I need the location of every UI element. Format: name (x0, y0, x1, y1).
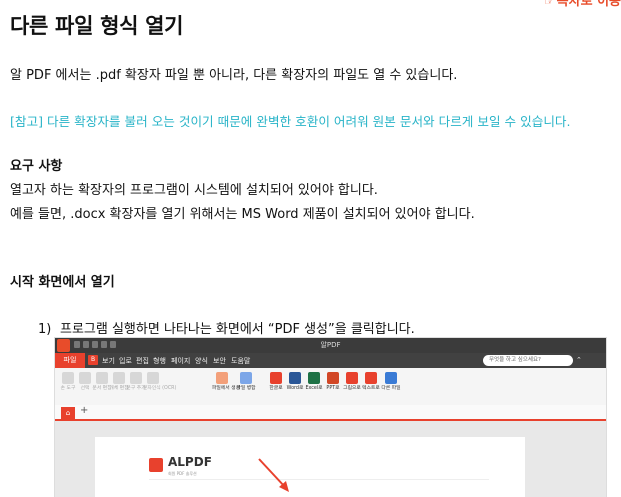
toc-link-label: 목차로 이동 (556, 0, 621, 9)
ribbon-tool: PPT로 (323, 370, 343, 392)
doc-edit-icon (96, 372, 108, 384)
brand-subtitle: 회원 PDF 솔루션 (168, 471, 197, 476)
menu-item: 형행 (153, 357, 166, 365)
menu-badge: B (88, 355, 98, 365)
plus-icon: + (80, 405, 89, 416)
start-card: ALPDF 회원 PDF 솔루션 (95, 437, 525, 497)
page-title: 다른 파일 형식 열기 (10, 14, 184, 38)
ribbon-tool: 다른 파일 (381, 370, 401, 392)
ribbon-tool: 문자인식 (OCR) (143, 370, 177, 392)
ribbon-tool-label: 텍스트로 (362, 386, 380, 391)
ocr-icon (147, 372, 159, 384)
menu-item: 보기 (102, 357, 115, 365)
app-titlebar: 알PDF (55, 338, 606, 353)
menu-item: 양식 (195, 357, 208, 365)
step-number: 1) (38, 322, 52, 337)
object-edit-icon (113, 372, 125, 384)
step-item: 1) 프로그램 실행하면 나타나는 화면에서 “PDF 생성”을 클릭합니다. (38, 318, 415, 337)
brand-name: ALPDF (168, 455, 212, 469)
ribbon-tool: 한글로 (266, 370, 286, 392)
ribbon-tool-label: 파일에서 생성 (212, 386, 241, 391)
select-icon (79, 372, 91, 384)
create-from-file-icon (216, 372, 228, 384)
app-start-area: ALPDF 회원 PDF 솔루션 (55, 421, 606, 497)
pointing-hand-icon: ☞ (543, 0, 555, 8)
ribbon-tool-label: Excel로 (305, 386, 323, 391)
merge-icon (240, 372, 252, 384)
step-text: 프로그램 실행하면 나타나는 화면에서 “PDF 생성”을 클릭합니다. (60, 322, 415, 337)
menu-item: 페이지 (171, 357, 191, 365)
ribbon-tool-label: 파일 병합 (236, 386, 256, 391)
ribbon-tool: Word로 (285, 370, 305, 392)
ribbon-tool: 파일 병합 (236, 370, 256, 392)
embedded-app-screenshot: 알PDF 파일 B 보기 입로 편집 형행 페이지 양식 보안 도움말 무엇을 … (54, 337, 607, 497)
ribbon-tool-label: 문자인식 (OCR) (143, 386, 177, 391)
ribbon-tool-label: PPT로 (326, 386, 340, 391)
excel-icon (308, 372, 320, 384)
alpdf-logo-icon (149, 458, 163, 472)
ppt-icon (327, 372, 339, 384)
file-menu-tab: 파일 (55, 353, 85, 368)
red-arrow-annotation (258, 458, 289, 492)
add-text-icon (130, 372, 142, 384)
requirements-line-2: 예를 들면, .docx 확장자를 열기 위해서는 MS Word 제품이 설치… (10, 207, 475, 222)
app-menubar: 파일 B 보기 입로 편집 형행 페이지 양식 보안 도움말 무엇을 하고 싶으… (55, 353, 606, 368)
home-icon: ⌂ (61, 407, 75, 419)
ribbon-tool-label: 다른 파일 (381, 386, 401, 391)
text-icon (365, 372, 377, 384)
menu-item: 입로 (119, 357, 132, 365)
hwp-icon (270, 372, 282, 384)
app-ribbon: 손 도구 선택 문서 편집 개체 편집 문구 추가 문자인식 (OCR) 파일에서 생성 파일… (55, 368, 606, 406)
hand-tool-icon (62, 372, 74, 384)
ribbon-tool: 파일에서 생성 (212, 370, 241, 392)
app-tab-strip: ⌂ + (55, 405, 606, 421)
start-section-heading: 시작 화면에서 열기 (10, 275, 115, 290)
note-text: [참고] 다른 확장자를 불러 오는 것이기 때문에 완벽한 호환이 어려워 원… (10, 114, 571, 129)
app-window-title: 알PDF (320, 341, 341, 349)
ribbon-tool: 그림으로 (342, 370, 362, 392)
word-icon (289, 372, 301, 384)
app-search-box: 무엇을 하고 싶으세요? (483, 355, 573, 366)
menu-item: 도움말 (231, 357, 251, 365)
chevron-up-icon: ⌃ (576, 356, 582, 364)
menu-item: 보안 (213, 357, 226, 365)
divider (149, 479, 489, 480)
requirements-heading: 요구 사항 (10, 159, 63, 174)
toc-link[interactable]: ☞ 목차로 이동 (517, 0, 621, 9)
ribbon-tool-label: 그림으로 (343, 386, 361, 391)
requirements-line-1: 열고자 하는 확장자의 프로그램이 시스템에 설치되어 있어야 합니다. (10, 183, 378, 198)
ribbon-tool-label: Word로 (286, 386, 304, 391)
intro-text: 알 PDF 에서는 .pdf 확장자 파일 뿐 아니라, 다른 확장자의 파일도… (10, 68, 458, 83)
ribbon-tool: 텍스트로 (361, 370, 381, 392)
ribbon-tool-label: 한글로 (269, 386, 283, 391)
ribbon-tool: Excel로 (304, 370, 324, 392)
other-file-icon (385, 372, 397, 384)
image-icon (346, 372, 358, 384)
menu-item: 편집 (136, 357, 149, 365)
